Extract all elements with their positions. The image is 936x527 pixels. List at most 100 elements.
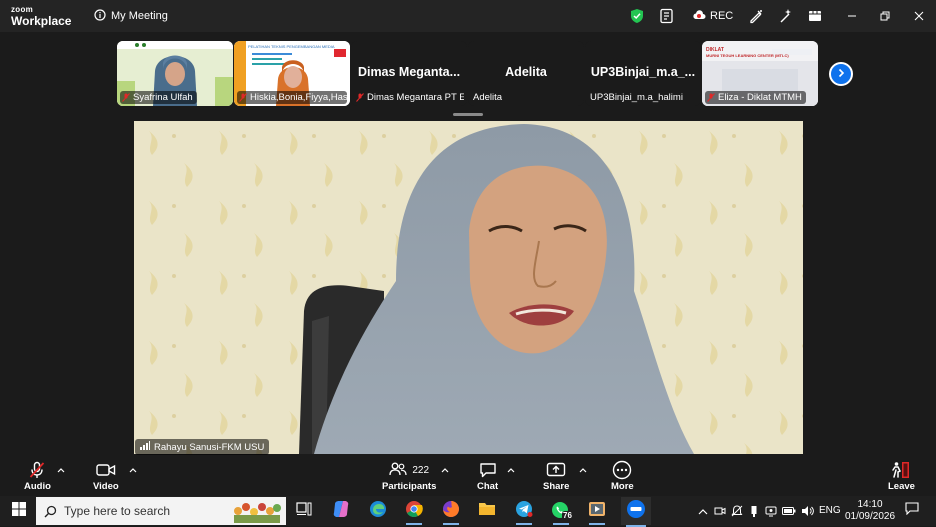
participant-tile[interactable]: Dimas Meganta... Dimas Megantara PT E... <box>351 41 467 106</box>
participant-big-name: Dimas Meganta... <box>357 65 461 79</box>
chrome-app[interactable] <box>401 499 427 525</box>
more-label: More <box>611 481 634 492</box>
folder-icon <box>478 501 496 521</box>
participants-count: 222 <box>412 464 430 476</box>
chevron-right-icon <box>836 65 846 83</box>
minimize-button[interactable] <box>842 6 862 26</box>
tray-notification-mute-icon[interactable] <box>729 503 745 519</box>
cloud-record-icon <box>692 9 706 23</box>
notes-icon[interactable] <box>658 7 676 25</box>
whatsapp-unread-badge: 76 <box>562 511 573 520</box>
restore-button[interactable] <box>875 6 895 26</box>
leave-label: Leave <box>888 481 915 492</box>
chat-button[interactable]: Chat <box>477 459 498 492</box>
close-button[interactable] <box>909 6 929 26</box>
zoom-app[interactable] <box>621 497 651 527</box>
leave-button[interactable]: Leave <box>888 459 915 492</box>
participant-tile[interactable]: Adelita Adelita <box>468 41 584 106</box>
more-button[interactable]: More <box>611 459 634 492</box>
participants-label: Participants <box>382 481 437 492</box>
firefox-app[interactable] <box>438 499 464 525</box>
edge-app[interactable] <box>365 499 391 523</box>
signal-strength-icon <box>140 441 150 453</box>
speaker-video-image <box>134 121 803 454</box>
participant-big-name: UP3Binjai_m.a_... <box>590 65 696 79</box>
taskbar-search-box[interactable]: Type here to search <box>36 497 286 525</box>
edge-browser-icon <box>369 500 387 523</box>
zoom-app-icon <box>626 499 646 524</box>
video-button[interactable]: Video <box>93 459 119 492</box>
share-screen-icon <box>546 459 566 481</box>
participant-name: Eliza - Diklat MTMH <box>718 92 802 103</box>
strip-resize-handle[interactable] <box>453 113 483 116</box>
mic-muted-icon <box>239 93 247 102</box>
telegram-app[interactable] <box>511 499 537 525</box>
share-button[interactable]: Share <box>543 459 569 492</box>
participant-tile[interactable]: DIKLAT MURNI TEGUH LEARNING CENTER (MTLC… <box>702 41 818 106</box>
participant-name-label: Eliza - Diklat MTMH <box>705 91 806 104</box>
audio-options-caret[interactable] <box>57 466 65 474</box>
logo-line2: Workplace <box>11 14 72 28</box>
chat-options-caret[interactable] <box>507 466 515 474</box>
meeting-info-button[interactable]: My Meeting <box>94 8 168 24</box>
windows-start-button[interactable] <box>5 496 33 526</box>
task-view-button[interactable] <box>291 499 317 523</box>
participant-strip: Syafrina Ulfah PELATIHAN TEKNIS PENGEMBA… <box>0 32 936 120</box>
whatsapp-app[interactable]: 76 <box>548 499 574 525</box>
speaker-name: Rahayu Sanusi-FKM USU <box>154 441 265 453</box>
recording-indicator[interactable]: REC <box>692 8 733 24</box>
participants-options-caret[interactable] <box>441 466 449 474</box>
audio-button[interactable]: Audio <box>24 459 51 492</box>
search-placeholder: Type here to search <box>64 504 171 518</box>
tray-meet-icon[interactable] <box>712 503 728 519</box>
participant-tile[interactable]: UP3Binjai_m.a_... UP3Binjai_m.a_halimi <box>585 41 701 106</box>
logo-line1: zoom <box>11 5 34 14</box>
participant-tile[interactable]: PELATIHAN TEKNIS PENGEMBANGAN MEDIA Hisk… <box>234 41 350 106</box>
video-label: Video <box>93 481 119 492</box>
file-explorer-app[interactable] <box>474 499 500 523</box>
view-layout-icon[interactable] <box>806 7 824 25</box>
participants-button[interactable]: 222 Participants <box>382 459 436 492</box>
speaker-name-label: Rahayu Sanusi-FKM USU <box>135 439 270 455</box>
participant-name: Syafrina Ulfah <box>133 92 193 103</box>
chrome-browser-icon <box>405 500 423 523</box>
next-page-button[interactable] <box>829 62 853 86</box>
share-options-caret[interactable] <box>579 466 587 474</box>
ai-companion-icon[interactable] <box>776 7 794 25</box>
rec-label: REC <box>710 10 734 22</box>
meeting-title: My Meeting <box>111 10 168 22</box>
mic-muted-icon <box>28 459 46 481</box>
security-shield-icon[interactable] <box>628 7 646 25</box>
media-player-app[interactable] <box>584 499 610 525</box>
windows-taskbar: Type here to search 76 ENG 14:10 01/09/2… <box>0 496 936 527</box>
mic-muted-icon <box>707 93 715 102</box>
mic-muted-icon <box>356 93 364 102</box>
slide-title-line2: MURNI TEGUH LEARNING CENTER (MTLC) <box>706 53 789 58</box>
volume-icon[interactable] <box>799 503 815 519</box>
media-player-icon <box>588 501 606 522</box>
tray-display-icon[interactable] <box>763 503 779 519</box>
zoom-workplace-logo: zoom Workplace <box>11 5 72 28</box>
battery-icon[interactable] <box>781 503 797 519</box>
clock-time: 14:10 <box>857 499 883 510</box>
info-icon <box>94 8 106 24</box>
slide-header-text: PELATIHAN TEKNIS PENGEMBANGAN MEDIA <box>248 44 335 49</box>
input-language-indicator[interactable]: ENG <box>819 505 841 516</box>
video-options-caret[interactable] <box>129 466 137 474</box>
mic-muted-icon <box>122 93 130 102</box>
annotate-icon[interactable] <box>747 7 765 25</box>
participant-name: Adelita <box>473 92 503 103</box>
participant-name: UP3Binjai_m.a_halimi <box>590 92 683 103</box>
tray-usb-icon[interactable] <box>746 503 762 519</box>
show-hidden-icons-button[interactable] <box>695 503 711 519</box>
copilot-app[interactable] <box>328 499 354 523</box>
chevron-up-icon <box>698 502 708 520</box>
notification-center-button[interactable] <box>904 502 920 519</box>
zoom-window: zoom Workplace My Meeting REC Syafrina U… <box>0 0 936 496</box>
chat-bubble-icon <box>479 459 497 481</box>
chat-label: Chat <box>477 481 499 492</box>
clock-date: 01/09/2026 <box>844 511 896 522</box>
participant-tile[interactable]: Syafrina Ulfah <box>117 41 233 106</box>
meeting-toolbar: Audio Video 222 Participants Chat Share … <box>0 456 936 496</box>
taskbar-clock[interactable]: 14:10 01/09/2026 <box>843 499 897 523</box>
